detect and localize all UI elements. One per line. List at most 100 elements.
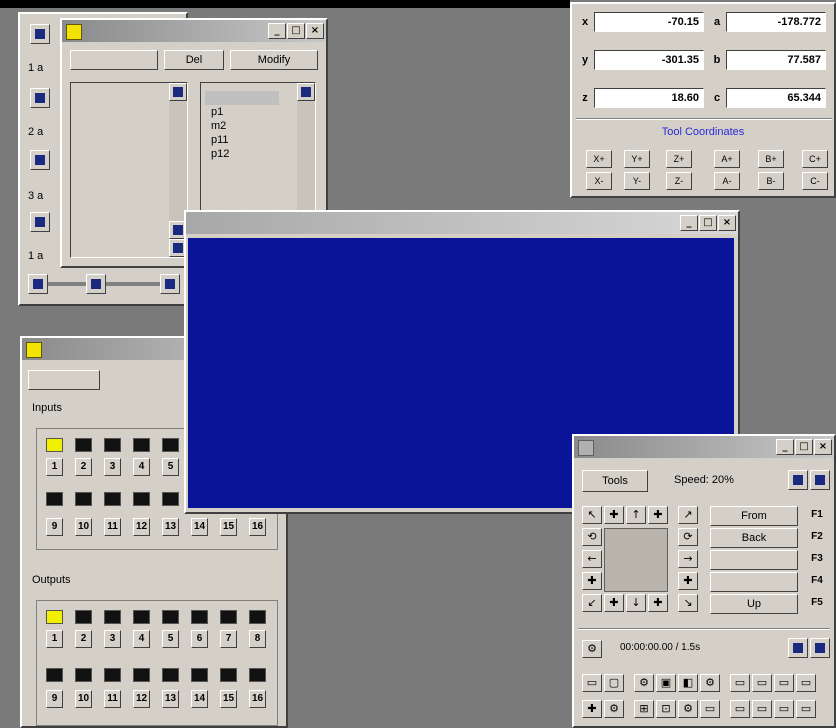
close-icon[interactable]: × (306, 23, 324, 39)
jog-icon[interactable]: ✚ (582, 572, 602, 590)
input-button[interactable]: 5 (162, 458, 179, 476)
toolbar-icon[interactable]: ⚙ (678, 700, 698, 718)
input-button[interactable]: 12 (133, 518, 150, 536)
toolbar-icon[interactable]: ▭ (582, 674, 602, 692)
jog-x-minus-button[interactable]: X- (586, 172, 612, 190)
input-button[interactable]: 3 (104, 458, 121, 476)
jog-x-plus-button[interactable]: X+ (586, 150, 612, 168)
jog-icon[interactable]: ⟲ (582, 528, 602, 546)
output-button[interactable]: 1 (46, 630, 63, 648)
from-button[interactable]: From (710, 506, 798, 526)
jog-icon[interactable]: ✚ (678, 572, 698, 590)
jog-icon[interactable]: ↙ (582, 594, 602, 612)
left-list[interactable] (70, 82, 188, 258)
toolbar-icon[interactable]: ▭ (752, 700, 772, 718)
jog-icon[interactable]: ✚ (648, 594, 668, 612)
input-button[interactable]: 15 (220, 518, 237, 536)
action-3-button[interactable] (710, 550, 798, 570)
output-button[interactable]: 6 (191, 630, 208, 648)
back-button[interactable]: Back (710, 528, 798, 548)
toolbar-icon[interactable]: ◧ (678, 674, 698, 692)
output-button[interactable]: 7 (220, 630, 237, 648)
jog-icon[interactable]: ↖ (582, 506, 602, 524)
jog-icon[interactable]: ⟳ (678, 528, 698, 546)
jog-c-plus-button[interactable]: C+ (802, 150, 828, 168)
toolbar-icon[interactable]: ▭ (730, 674, 750, 692)
input-button[interactable]: 10 (75, 518, 92, 536)
toolbar-icon[interactable]: ⊞ (634, 700, 654, 718)
output-button[interactable]: 12 (133, 690, 150, 708)
tools-mode-button[interactable]: Tools (582, 470, 648, 492)
scroll-up-icon[interactable] (297, 83, 315, 101)
jog-icon[interactable]: ↓ (626, 594, 646, 612)
output-button[interactable]: 14 (191, 690, 208, 708)
slider-thumb[interactable] (86, 274, 106, 294)
input-button[interactable]: 4 (133, 458, 150, 476)
toolbar-icon[interactable]: ▭ (752, 674, 772, 692)
input-button[interactable]: 14 (191, 518, 208, 536)
jog-a-plus-button[interactable]: A+ (714, 150, 740, 168)
toolbar-icon[interactable]: ⚙ (634, 674, 654, 692)
output-button[interactable]: 9 (46, 690, 63, 708)
toolbar-icon[interactable]: ✚ (582, 700, 602, 718)
jog-z-plus-button[interactable]: Z+ (666, 150, 692, 168)
side-button-2[interactable] (30, 88, 50, 108)
jog-icon[interactable]: ↗ (678, 506, 698, 524)
modify-button[interactable]: Modify (230, 50, 318, 70)
toolbar-icon[interactable]: ▢ (604, 674, 624, 692)
minimize-icon[interactable]: _ (268, 23, 286, 39)
input-button[interactable]: 13 (162, 518, 179, 536)
output-button[interactable]: 15 (220, 690, 237, 708)
up-button[interactable]: Up (710, 594, 798, 614)
toolbar-icon[interactable]: ⊡ (656, 700, 676, 718)
list-item[interactable]: p12 (205, 147, 279, 161)
jog-b-plus-button[interactable]: B+ (758, 150, 784, 168)
speed-up-button[interactable] (810, 470, 830, 490)
toolbar-icon[interactable]: ▭ (796, 700, 816, 718)
list-item[interactable]: p1 (205, 105, 279, 119)
timeline-next-button[interactable] (810, 638, 830, 658)
input-button[interactable]: 1 (46, 458, 63, 476)
list-item[interactable]: p11 (205, 133, 279, 147)
list-item[interactable] (205, 91, 279, 105)
jog-icon[interactable]: ✚ (604, 594, 624, 612)
minimize-icon[interactable]: _ (680, 215, 698, 231)
jog-center-pad[interactable] (604, 528, 668, 592)
toolbar-icon[interactable]: ⚙ (700, 674, 720, 692)
jog-icon[interactable]: ✚ (604, 506, 624, 524)
minimize-icon[interactable]: _ (776, 439, 794, 455)
jog-c-minus-button[interactable]: C- (802, 172, 828, 190)
input-button[interactable]: 2 (75, 458, 92, 476)
slider-right-button[interactable] (160, 274, 180, 294)
close-icon[interactable]: × (814, 439, 832, 455)
jog-icon[interactable]: ↘ (678, 594, 698, 612)
output-button[interactable]: 5 (162, 630, 179, 648)
output-button[interactable]: 3 (104, 630, 121, 648)
jog-y-minus-button[interactable]: Y- (624, 172, 650, 190)
jog-icon[interactable]: ↑ (626, 506, 646, 524)
jog-a-minus-button[interactable]: A- (714, 172, 740, 190)
toolbar-icon[interactable]: ▭ (774, 674, 794, 692)
output-button[interactable]: 2 (75, 630, 92, 648)
speed-down-button[interactable] (788, 470, 808, 490)
maximize-icon[interactable]: □ (287, 23, 305, 39)
output-button[interactable]: 8 (249, 630, 266, 648)
action-4-button[interactable] (710, 572, 798, 592)
side-button-4[interactable] (30, 212, 50, 232)
output-button[interactable]: 13 (162, 690, 179, 708)
scroll-up-icon[interactable] (169, 83, 187, 101)
side-button-3[interactable] (30, 150, 50, 170)
output-button[interactable]: 4 (133, 630, 150, 648)
toolbar-icon[interactable]: ▭ (730, 700, 750, 718)
input-button[interactable]: 11 (104, 518, 121, 536)
maximize-icon[interactable]: □ (699, 215, 717, 231)
program-left-button[interactable] (70, 50, 158, 70)
side-button-1[interactable] (30, 24, 50, 44)
delete-button[interactable]: Del (164, 50, 224, 70)
output-button[interactable]: 16 (249, 690, 266, 708)
toolbar-icon[interactable]: ▣ (656, 674, 676, 692)
tool-coordinates-link[interactable]: Tool Coordinates (572, 126, 834, 138)
timeline-icon[interactable]: ⚙ (582, 640, 602, 658)
input-button[interactable]: 16 (249, 518, 266, 536)
timeline-prev-button[interactable] (788, 638, 808, 658)
